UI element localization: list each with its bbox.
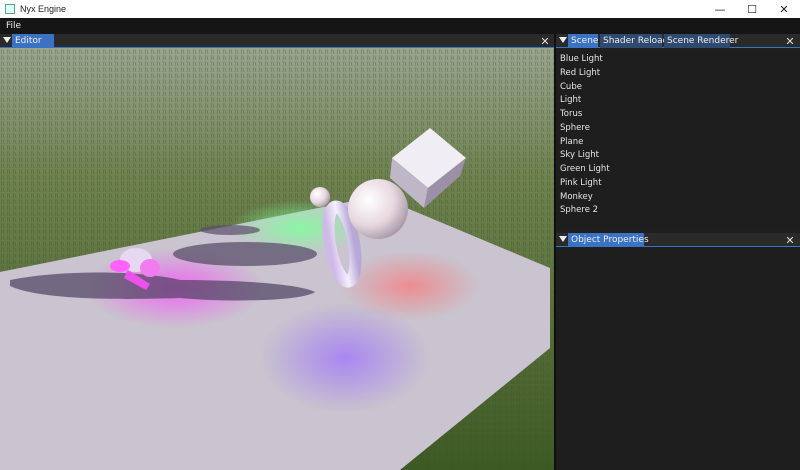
list-item[interactable]: Sphere 2 bbox=[560, 205, 598, 218]
sphere-mesh bbox=[348, 179, 408, 239]
tab-scene[interactable]: Scene bbox=[568, 34, 598, 48]
sphere-2-mesh bbox=[310, 187, 330, 207]
list-item[interactable]: Pink Light bbox=[560, 178, 602, 191]
minimize-button[interactable]: — bbox=[704, 0, 736, 18]
tab-scene-renderer[interactable]: Scene Renderer bbox=[664, 34, 738, 48]
object-properties-panel bbox=[556, 248, 800, 470]
collapse-triangle-icon[interactable] bbox=[3, 37, 11, 43]
list-item[interactable]: Light bbox=[560, 95, 581, 108]
editor-panel-header: Editor ✕ bbox=[0, 34, 554, 48]
scene-render bbox=[0, 48, 554, 470]
title-bar: Nyx Engine — ☐ ✕ bbox=[0, 0, 800, 18]
scene-hierarchy-list: Blue Light Red Light Cube Light Torus Sp… bbox=[556, 50, 800, 230]
object-properties-header: Object Properties ✕ bbox=[556, 233, 800, 247]
blue-light-glow bbox=[260, 303, 430, 413]
menu-file[interactable]: File bbox=[0, 21, 27, 31]
collapse-triangle-icon[interactable] bbox=[559, 236, 567, 242]
close-icon[interactable]: ✕ bbox=[539, 34, 551, 48]
tab-editor[interactable]: Editor bbox=[12, 34, 54, 48]
window-title: Nyx Engine bbox=[20, 4, 67, 14]
list-item[interactable]: Blue Light bbox=[560, 54, 603, 67]
maximize-button[interactable]: ☐ bbox=[736, 0, 768, 18]
app-icon bbox=[5, 4, 15, 14]
tab-shader-reload[interactable]: Shader Reload bbox=[600, 34, 668, 48]
list-item[interactable]: Torus bbox=[560, 109, 582, 122]
list-item[interactable]: Red Light bbox=[560, 68, 600, 81]
collapse-triangle-icon[interactable] bbox=[559, 37, 567, 43]
scene-panel-header: Scene Shader Reload Scene Renderer ✕ bbox=[556, 34, 800, 48]
window-controls: — ☐ ✕ bbox=[704, 0, 800, 18]
list-item[interactable]: Cube bbox=[560, 82, 582, 95]
list-item[interactable]: Sky Light bbox=[560, 150, 599, 163]
list-item[interactable]: Plane bbox=[560, 137, 583, 150]
close-icon[interactable]: ✕ bbox=[784, 34, 796, 48]
list-item[interactable]: Monkey bbox=[560, 192, 593, 205]
tab-object-properties[interactable]: Object Properties bbox=[568, 233, 649, 247]
list-item[interactable]: Green Light bbox=[560, 164, 610, 177]
close-window-button[interactable]: ✕ bbox=[768, 0, 800, 18]
list-item[interactable]: Sphere bbox=[560, 123, 590, 136]
editor-viewport[interactable] bbox=[0, 48, 554, 470]
close-icon[interactable]: ✕ bbox=[784, 233, 796, 247]
menu-bar: File bbox=[0, 18, 800, 34]
